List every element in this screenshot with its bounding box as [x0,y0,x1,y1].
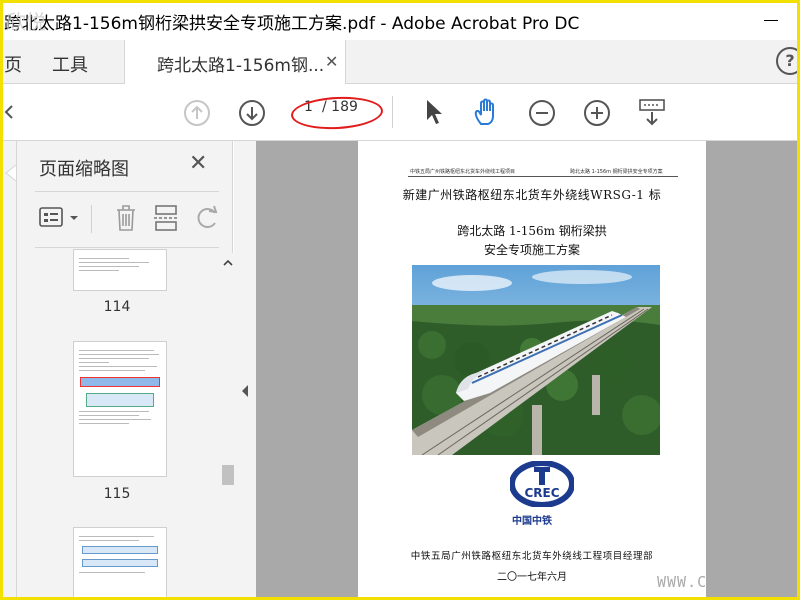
thumbnail-page-number: 114 [103,299,131,315]
chevron-left-icon[interactable] [234,381,256,401]
close-tab-icon[interactable]: ✕ [325,52,338,71]
thumbnail-scrollbar[interactable] [222,253,234,600]
help-icon[interactable]: ? [776,47,800,75]
watermark-bottom: WWW.C [657,573,708,591]
scroll-mode-icon[interactable] [637,98,667,128]
company-name: 中铁五局广州铁路枢纽东北货车外绕线工程项目经理部 [410,551,654,562]
zoom-out-icon[interactable] [528,99,556,127]
pdf-page: 中铁五局广州铁路枢纽东北货车外绕线工程项目 跨北太路 1-156m 钢桁梁拱安全… [358,141,706,600]
panel-divider [35,191,219,192]
page-thumbnail-116[interactable] [73,527,167,600]
header-rule [408,176,678,177]
thumbnail-options-icon[interactable] [39,205,85,231]
document-subtitle: 新建广州铁路枢纽东北货车外绕线WRSG-1 标 [402,188,662,202]
chevron-left-icon[interactable] [4,104,14,120]
tab-tools[interactable]: 工具 [52,51,88,77]
document-date: 二〇一七年六月 [497,572,567,583]
document-view[interactable]: 中铁五局广州铁路枢纽东北货车外绕线工程项目 跨北太路 1-156m 钢桁梁拱安全… [256,141,800,600]
hand-tool-icon[interactable] [472,97,502,127]
select-cursor-icon[interactable] [423,98,445,126]
extract-page-icon[interactable] [153,203,179,233]
page-header-right: 跨北太路 1-156m 钢桁梁拱安全专项方案 [570,169,663,175]
close-panel-icon[interactable]: ✕ [189,151,207,176]
panel-title: 页面缩略图 [39,159,129,180]
document-tab-label: 跨北太路1-156m钢... [157,56,325,76]
page-thumbnail-114[interactable] [73,249,167,291]
page-thumbnail-115[interactable] [73,341,167,477]
toolbar-divider [392,96,393,128]
document-title-line2: 安全专项施工方案 [483,243,580,257]
window-title: 跨北太路1-156m钢桁梁拱安全专项施工方案.pdf - Adobe Acrob… [4,14,580,34]
tab-document[interactable]: 跨北太路1-156m钢... ✕ [124,40,346,84]
scrollbar-thumb[interactable] [222,465,234,485]
cover-photo-train [412,265,660,455]
toolbar: 1/ 189 [0,84,800,141]
tab-row: 页 工具 [0,40,800,84]
watermark-top: 欣悦 [6,10,46,34]
minimize-button[interactable] [756,10,786,30]
scroll-up-icon[interactable] [222,257,234,269]
logo-letters: CREC [524,486,559,500]
collapse-panel-handle[interactable] [234,141,256,600]
thumbnail-page-number: 115 [103,486,131,502]
logo-caption: 中国中铁 [512,516,552,527]
page-thumbnails-panel: 页面缩略图 ✕ 114 115 [16,141,234,600]
delete-page-icon[interactable] [113,203,139,233]
panel-tool-divider [91,205,92,233]
tab-home[interactable]: 页 [4,51,22,77]
panel-pointer-icon [5,164,16,182]
page-header-left: 中铁五局广州铁路枢纽东北货车外绕线工程项目 [410,169,516,175]
next-page-icon[interactable] [238,99,266,127]
left-nav-strip [0,141,16,600]
document-title-line1: 跨北太路 1-156m 钢桁梁拱 [457,224,607,238]
rotate-page-icon[interactable] [195,205,221,233]
previous-page-icon[interactable] [183,99,211,127]
thumbnails-list: 114 115 [17,249,217,600]
crec-logo: CREC [510,461,574,507]
zoom-in-icon[interactable] [583,99,611,127]
title-bar: 跨北太路1-156m钢桁梁拱安全专项施工方案.pdf - Adobe Acrob… [0,0,800,40]
panel-divider-2 [35,247,219,248]
